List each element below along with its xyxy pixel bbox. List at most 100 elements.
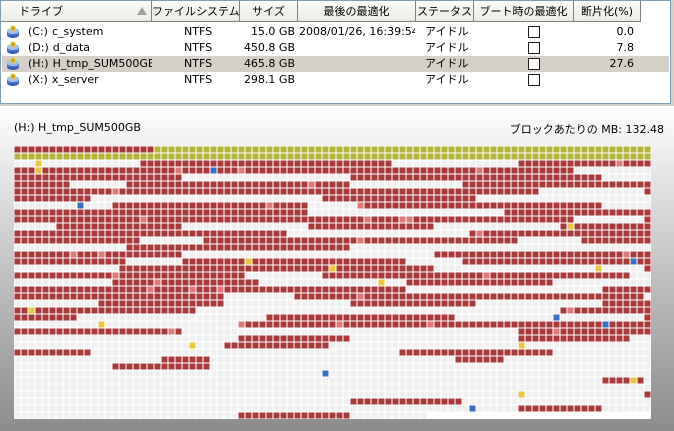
cluster-map[interactable] [14, 146, 657, 425]
drive-row[interactable]: (X:) x_server NTFS 298.1 GB アイドル [2, 72, 669, 88]
cluster-block [357, 237, 364, 244]
cluster-block [315, 321, 322, 328]
cluster-block [126, 391, 133, 398]
cluster-block [609, 356, 616, 363]
cluster-block [196, 195, 203, 202]
cluster-block [245, 391, 252, 398]
cluster-block [301, 412, 308, 419]
cluster-block [343, 321, 350, 328]
boot-optimize-checkbox[interactable] [528, 58, 540, 70]
cluster-block [35, 216, 42, 223]
cluster-block [539, 237, 546, 244]
cluster-block [105, 384, 112, 391]
cluster-block [84, 251, 91, 258]
cluster-block [490, 272, 497, 279]
cluster-block [63, 258, 70, 265]
cluster-block [532, 167, 539, 174]
cluster-block [455, 328, 462, 335]
cluster-block [441, 384, 448, 391]
cluster-block [581, 237, 588, 244]
cluster-block [602, 300, 609, 307]
boot-optimize-checkbox[interactable] [528, 74, 540, 86]
cluster-block [42, 188, 49, 195]
cluster-block [273, 370, 280, 377]
cluster-block [49, 342, 56, 349]
cluster-block [245, 272, 252, 279]
cluster-block [154, 328, 161, 335]
cluster-block [182, 223, 189, 230]
cluster-block [455, 314, 462, 321]
cluster-block [588, 265, 595, 272]
cluster-block [371, 209, 378, 216]
cluster-block [91, 377, 98, 384]
cluster-block [518, 272, 525, 279]
cluster-block [406, 307, 413, 314]
cluster-block [49, 391, 56, 398]
cluster-block [511, 293, 518, 300]
cluster-block [112, 146, 119, 153]
cluster-block [364, 223, 371, 230]
cluster-block [77, 181, 84, 188]
cluster-block [259, 181, 266, 188]
cluster-block [105, 258, 112, 265]
cluster-block [14, 188, 21, 195]
cluster-block [189, 370, 196, 377]
cluster-block [357, 188, 364, 195]
cluster-block [518, 377, 525, 384]
cluster-block [245, 188, 252, 195]
cluster-block [294, 244, 301, 251]
cluster-block [154, 167, 161, 174]
boot-optimize-checkbox[interactable] [528, 42, 540, 54]
cluster-block [574, 272, 581, 279]
cluster-block [357, 412, 364, 419]
drive-row[interactable]: (C:) c_system NTFS 15.0 GB 2008/01/26, 16:39… [2, 24, 669, 40]
column-header-size[interactable]: サイズ [240, 1, 298, 22]
cluster-block [441, 265, 448, 272]
cluster-block [532, 174, 539, 181]
cluster-block [406, 279, 413, 286]
cluster-block [63, 216, 70, 223]
column-header-status[interactable]: ステータス [416, 1, 474, 22]
cluster-block [455, 321, 462, 328]
cluster-block [161, 237, 168, 244]
cluster-block [392, 405, 399, 412]
column-header-filesystem[interactable]: ファイルシステム [152, 1, 240, 22]
cluster-block [336, 377, 343, 384]
cluster-block [35, 223, 42, 230]
cluster-block [553, 391, 560, 398]
cluster-block [504, 216, 511, 223]
cluster-block [315, 384, 322, 391]
column-header-boot-optimize[interactable]: ブート時の最適化 [474, 1, 574, 22]
cluster-block [259, 153, 266, 160]
column-header-last-optimized[interactable]: 最後の最適化 [298, 1, 416, 22]
cluster-block [518, 258, 525, 265]
column-header-fragmentation[interactable]: 断片化(%) [574, 1, 641, 22]
boot-optimize-checkbox[interactable] [528, 26, 540, 38]
cluster-block [336, 286, 343, 293]
cluster-block [63, 335, 70, 342]
cluster-block [574, 258, 581, 265]
column-header-drive[interactable]: ドライブ [1, 1, 152, 22]
cluster-block [217, 349, 224, 356]
cluster-block [588, 258, 595, 265]
cluster-block [203, 181, 210, 188]
cluster-block [364, 258, 371, 265]
cluster-block [21, 174, 28, 181]
drive-row[interactable]: (D:) d_data NTFS 450.8 GB アイドル 7.8 [2, 40, 669, 56]
cluster-block [343, 223, 350, 230]
cluster-block [140, 314, 147, 321]
cluster-block [448, 300, 455, 307]
cluster-block [518, 293, 525, 300]
drive-list[interactable]: ドライブ ファイルシステム サイズ 最後の最適化 ステータス ブート時の最適化 … [0, 0, 671, 104]
cluster-block [378, 237, 385, 244]
cluster-block [245, 209, 252, 216]
cluster-block [399, 412, 406, 419]
cluster-block [504, 181, 511, 188]
cluster-block [630, 370, 637, 377]
cluster-block [56, 216, 63, 223]
cluster-block [553, 405, 560, 412]
cluster-block [210, 216, 217, 223]
cluster-block [98, 216, 105, 223]
drive-row[interactable]: (H:) H_tmp_SUM500GB NTFS 465.8 GB アイドル 27.6 [2, 56, 669, 72]
cluster-block [273, 286, 280, 293]
